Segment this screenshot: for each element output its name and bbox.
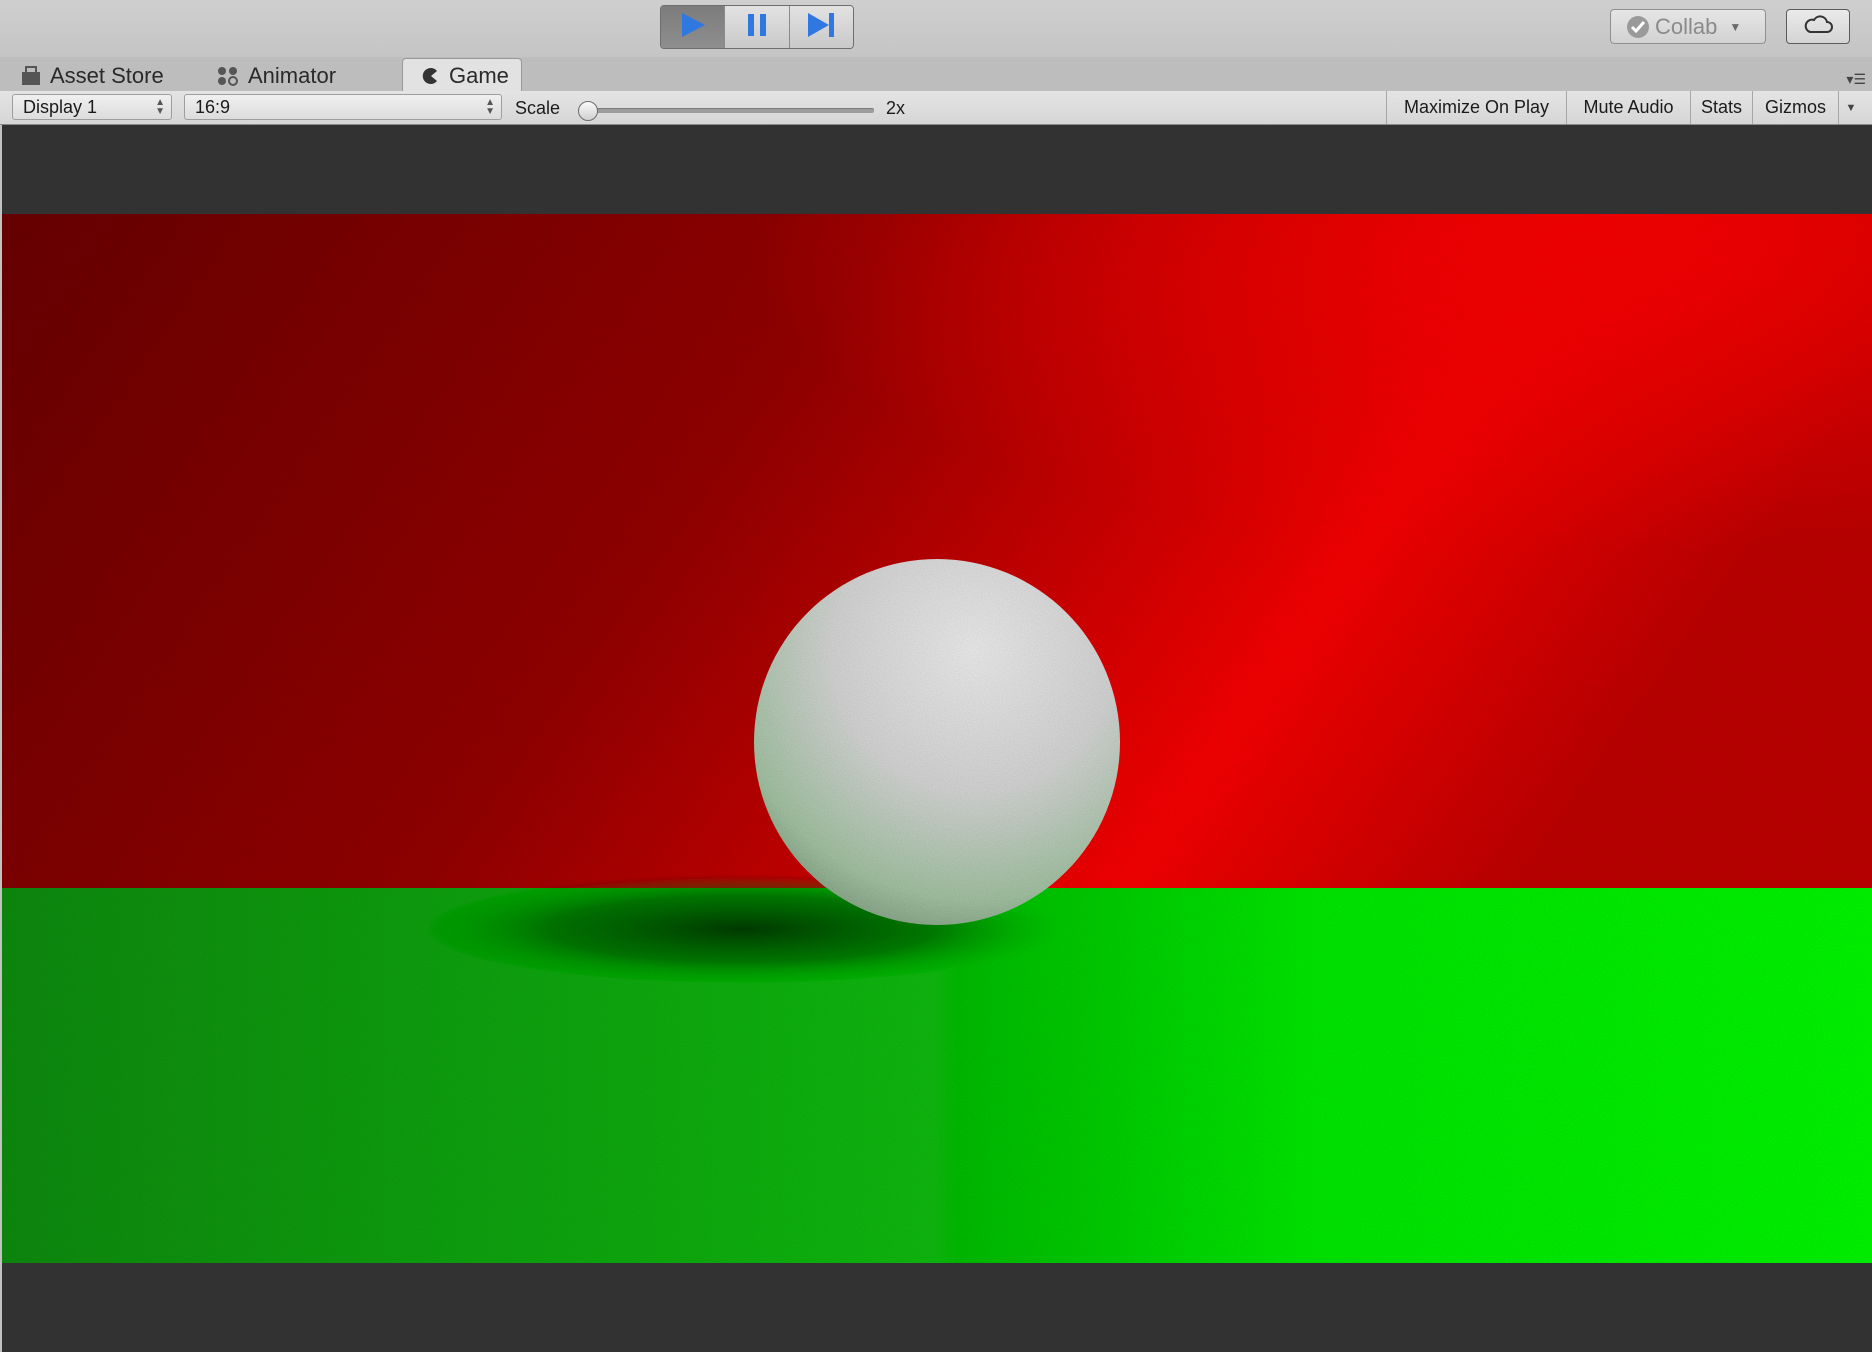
pause-button[interactable] (725, 6, 790, 48)
cloud-icon (1803, 14, 1833, 39)
display-select[interactable]: Display 1 ▲ ▼ (12, 94, 172, 120)
gizmos-dropdown-icon[interactable]: ▼ (1838, 91, 1863, 124)
chevron-down-icon: ▼ (1729, 19, 1742, 34)
playback-controls (660, 5, 854, 49)
step-forward-icon (805, 11, 837, 44)
button-label: Mute Audio (1583, 97, 1674, 117)
select-arrows-icon: ▲ ▼ (485, 97, 495, 117)
checkmark-icon (1627, 15, 1649, 38)
editor-tab-bar: Asset Store Animator Game ▾☰ (0, 57, 1872, 92)
scale-slider-thumb[interactable] (578, 101, 598, 121)
stats-button[interactable]: Stats (1690, 91, 1752, 124)
button-label: Gizmos (1764, 97, 1826, 117)
maximize-on-play-button[interactable]: Maximize On Play (1386, 91, 1566, 124)
panel-menu-icon[interactable]: ▾☰ (1846, 71, 1866, 88)
aspect-select-value: 16:9 (195, 96, 231, 117)
game-controller-icon (421, 66, 441, 86)
scene-image (2, 214, 1872, 1263)
collab-button[interactable]: Collab ▼ (1610, 9, 1766, 44)
mute-audio-button[interactable]: Mute Audio (1566, 91, 1690, 124)
white-sphere (754, 559, 1120, 925)
animator-icon (216, 65, 240, 87)
tab-label: Game (449, 62, 509, 88)
play-button[interactable] (661, 6, 726, 48)
tab-asset-store[interactable]: Asset Store (20, 60, 164, 91)
pause-icon (745, 12, 769, 43)
button-label: Stats (1700, 97, 1743, 117)
step-button[interactable] (789, 6, 853, 48)
aspect-select[interactable]: 16:9 ▲ ▼ (184, 94, 502, 120)
scale-label: Scale (515, 98, 561, 118)
game-viewport[interactable] (2, 125, 1872, 1352)
tab-game[interactable]: Game (402, 58, 522, 92)
display-select-value: Display 1 (23, 96, 98, 117)
main-toolbar: Collab ▼ (0, 0, 1872, 60)
tab-animator[interactable]: Animator (216, 60, 336, 91)
button-label: Maximize On Play (1403, 97, 1550, 117)
tab-label: Asset Store (50, 62, 164, 88)
select-arrows-icon: ▲ ▼ (155, 97, 165, 117)
rendered-scene (2, 214, 1872, 1263)
tab-label: Animator (248, 62, 337, 88)
scale-value: 2x (886, 98, 906, 118)
collab-label: Collab (1655, 13, 1718, 39)
cloud-services-button[interactable] (1786, 9, 1850, 44)
gizmos-button[interactable]: Gizmos (1752, 91, 1838, 124)
play-icon (678, 11, 708, 44)
game-view-toolbar: Display 1 ▲ ▼ 16:9 ▲ ▼ Scale 2x Maximize O… (0, 91, 1872, 125)
asset-store-icon (20, 65, 42, 86)
scale-slider[interactable] (578, 101, 874, 121)
